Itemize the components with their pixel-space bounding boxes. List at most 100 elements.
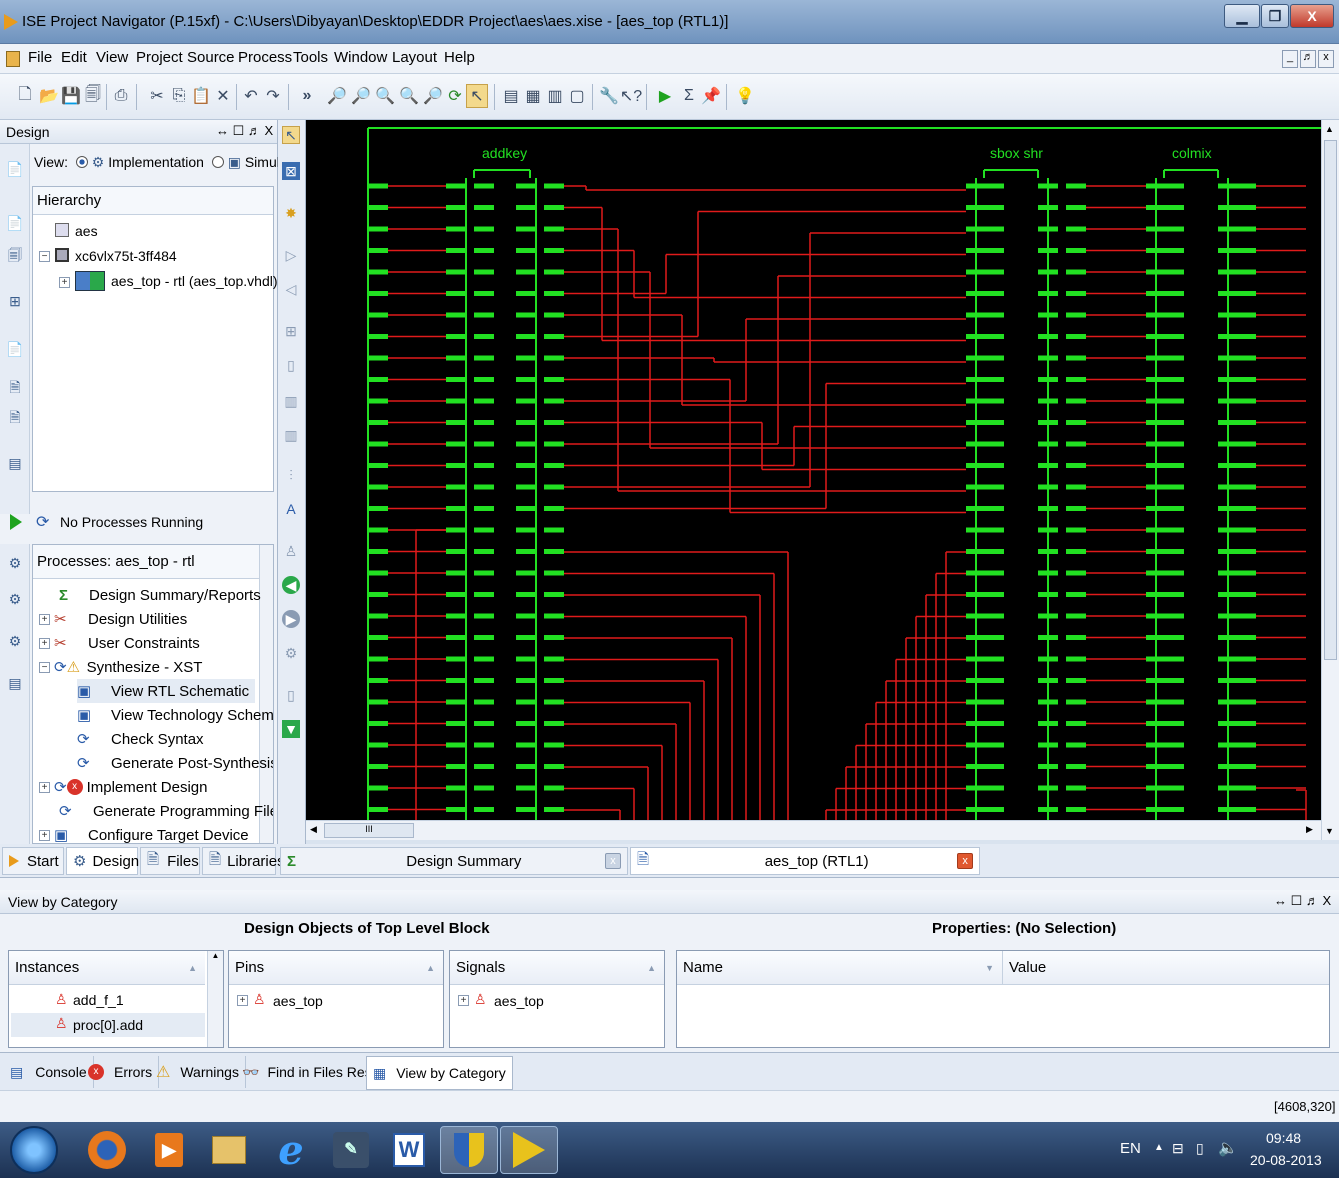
stop-tool-icon[interactable]: ▶ xyxy=(282,610,300,628)
delete-icon[interactable]: ✕ xyxy=(212,84,234,108)
text-tool-icon[interactable]: A xyxy=(282,500,300,518)
tab-files[interactable]: 🗎 Files xyxy=(140,847,200,875)
volume-muted-icon[interactable]: 🔈 xyxy=(1218,1138,1238,1158)
back-tool-icon[interactable]: ◁ xyxy=(282,280,300,298)
block-label-addkey[interactable]: addkey xyxy=(482,145,527,161)
implementation-radio[interactable] xyxy=(75,156,88,168)
language-indicator[interactable]: EN xyxy=(1120,1140,1141,1157)
forward-tool-icon[interactable]: ▷ xyxy=(282,246,300,264)
run-process-icon[interactable] xyxy=(10,514,22,530)
new-file-icon[interactable]: 🗋 xyxy=(14,84,36,108)
view-by-category-controls[interactable]: ↔ ☐ ♬ X xyxy=(1274,893,1331,909)
scroll-down-icon[interactable]: ▼ xyxy=(1325,826,1334,836)
pins-header[interactable]: Pins ▲ xyxy=(229,951,443,985)
go-tool-icon[interactable]: ◀ xyxy=(282,576,300,594)
layout-icon-4[interactable]: ▢ xyxy=(566,84,588,108)
mdi-close-icon[interactable]: x xyxy=(1318,50,1334,68)
new-source-icon[interactable]: 📄 xyxy=(6,214,24,232)
panel-controls[interactable]: ↔ ☐ ♬ X xyxy=(216,123,273,139)
media-player-icon[interactable]: ▶ xyxy=(140,1126,198,1174)
block-label-colmix[interactable]: colmix xyxy=(1172,145,1212,161)
tab-warnings[interactable]: ⚠ Warnings xyxy=(150,1056,246,1088)
block-label-sbox[interactable]: sbox shr xyxy=(990,145,1043,161)
zoom-out-icon[interactable]: 🔎 xyxy=(350,84,372,108)
zoom-full-icon[interactable]: 🔍 xyxy=(374,84,396,108)
process-implement[interactable]: + ⟳ x Implement Design xyxy=(39,775,207,799)
process-view-rtl[interactable]: ▣ View RTL Schematic xyxy=(77,679,255,703)
summary-sigma-icon[interactable]: Σ xyxy=(678,84,700,108)
pointer-tool-icon[interactable]: ↖ xyxy=(282,126,300,144)
redo-icon[interactable]: ↷ xyxy=(262,84,284,108)
cut-icon[interactable]: ✂ xyxy=(146,84,168,108)
process-check-syntax[interactable]: ⟳ Check Syntax xyxy=(77,727,204,751)
network-icon[interactable]: ⊟ xyxy=(1172,1140,1184,1157)
pop-tool-icon[interactable]: ▥ xyxy=(282,392,300,410)
menu-layout[interactable]: Layout xyxy=(392,49,437,66)
file-explorer-icon[interactable] xyxy=(200,1126,258,1174)
scroll-up-icon[interactable]: ▲ xyxy=(1325,124,1334,134)
overflow-icon[interactable]: » xyxy=(296,84,318,108)
tab-view-by-category[interactable]: ▦ View by Category xyxy=(366,1056,513,1090)
lock-tool-icon[interactable]: ♙ xyxy=(282,542,300,560)
zoom-in-icon[interactable]: 🔎 xyxy=(326,84,348,108)
layout-icon-1[interactable]: ▤ xyxy=(500,84,522,108)
show-hidden-icons[interactable]: ▲ xyxy=(1154,1142,1164,1153)
scroll-left-icon[interactable]: ◀ xyxy=(310,824,317,835)
scroll-right-icon[interactable]: ▶ xyxy=(1306,824,1313,835)
panel-tool-icon[interactable]: ▯ xyxy=(282,686,300,704)
close-rtl-tab-icon[interactable]: x xyxy=(957,853,973,869)
clock-date[interactable]: 20-08-2013 xyxy=(1250,1152,1322,1168)
options-tool-icon[interactable]: ⚙ xyxy=(282,644,300,662)
name-column-header[interactable]: Name ▼ xyxy=(677,951,1003,985)
expand-pins-toggle[interactable]: + xyxy=(237,995,248,1006)
pin-icon[interactable]: 📌 xyxy=(700,84,722,108)
schematic-vertical-scrollbar[interactable]: ▲ ▼ xyxy=(1321,120,1339,840)
menu-process[interactable]: Process xyxy=(238,49,292,66)
undo-icon[interactable]: ↶ xyxy=(240,84,262,108)
tab-design[interactable]: ⚙ Design xyxy=(66,847,139,875)
open-folder-icon[interactable]: 📂 xyxy=(38,84,60,108)
lightbulb-icon[interactable]: 💡 xyxy=(734,84,756,108)
signal-row[interactable]: aes_top xyxy=(494,993,544,1009)
paste-icon[interactable]: 📋 xyxy=(190,84,212,108)
instances-header[interactable]: Instances ▲ xyxy=(9,951,205,985)
tree-item-device[interactable]: xc6vlx75t-3ff484 xyxy=(75,248,177,264)
push-tool-icon[interactable]: ▯ xyxy=(282,356,300,374)
layout-icon-3[interactable]: ▥ xyxy=(544,84,566,108)
process-synthesize[interactable]: − ⟳ ⚠ Synthesize - XST xyxy=(39,655,202,679)
highlight-tool-icon[interactable]: ✸ xyxy=(282,204,300,222)
run-icon[interactable]: ▶ xyxy=(654,84,676,108)
menu-file[interactable]: File xyxy=(28,49,52,66)
menu-window[interactable]: Window xyxy=(334,49,387,66)
hierarchy-tool-icon[interactable]: ⊞ xyxy=(282,322,300,340)
edit-source-icon[interactable]: 🗎 xyxy=(6,409,24,428)
schematic-horizontal-scrollbar[interactable]: ◀ III ▶ xyxy=(306,820,1321,840)
rtl-schematic-canvas[interactable]: addkey sbox shr colmix xyxy=(306,120,1321,820)
close-design-summary-icon[interactable]: x xyxy=(605,853,621,869)
tab-errors[interactable]: x Errors xyxy=(82,1056,160,1088)
pin-row[interactable]: aes_top xyxy=(273,993,323,1009)
layout-icon-2[interactable]: ▦ xyxy=(522,84,544,108)
download-tool-icon[interactable]: ▼ xyxy=(282,720,300,738)
process-post-synthesis[interactable]: ⟳ Generate Post-Synthesis Si... xyxy=(77,751,273,775)
menu-view[interactable]: View xyxy=(96,49,128,66)
save-all-icon[interactable]: 🗐 xyxy=(82,84,104,108)
tab-start[interactable]: Start xyxy=(2,847,64,875)
clock-time[interactable]: 09:48 xyxy=(1266,1130,1301,1146)
signals-header[interactable]: Signals ▲ xyxy=(450,951,664,985)
expand-signals-toggle[interactable]: + xyxy=(458,995,469,1006)
expand-module-toggle[interactable]: + xyxy=(59,277,70,288)
refresh-view-icon[interactable]: ⟳ xyxy=(444,84,466,108)
properties-icon[interactable]: 🔧 xyxy=(598,84,620,108)
instance-row[interactable]: add_f_1 xyxy=(73,992,124,1008)
doc-view-icon[interactable]: 🗎 xyxy=(6,379,24,398)
process-rerun-all-icon[interactable]: ⚙ xyxy=(6,632,24,650)
context-help-icon[interactable]: ↖? xyxy=(620,84,642,108)
print-icon[interactable]: ⎙ xyxy=(110,84,132,108)
process-user-constraints[interactable]: + ✂ User Constraints xyxy=(39,631,200,655)
schematic-tool-icon[interactable]: ⊠ xyxy=(282,162,300,180)
firefox-icon[interactable] xyxy=(78,1126,136,1174)
mdi-restore-icon[interactable]: ♬ xyxy=(1300,50,1316,68)
process-gen-programming[interactable]: ⟳ Generate Programming File xyxy=(59,799,273,823)
menu-tools[interactable]: Tools xyxy=(293,49,328,66)
